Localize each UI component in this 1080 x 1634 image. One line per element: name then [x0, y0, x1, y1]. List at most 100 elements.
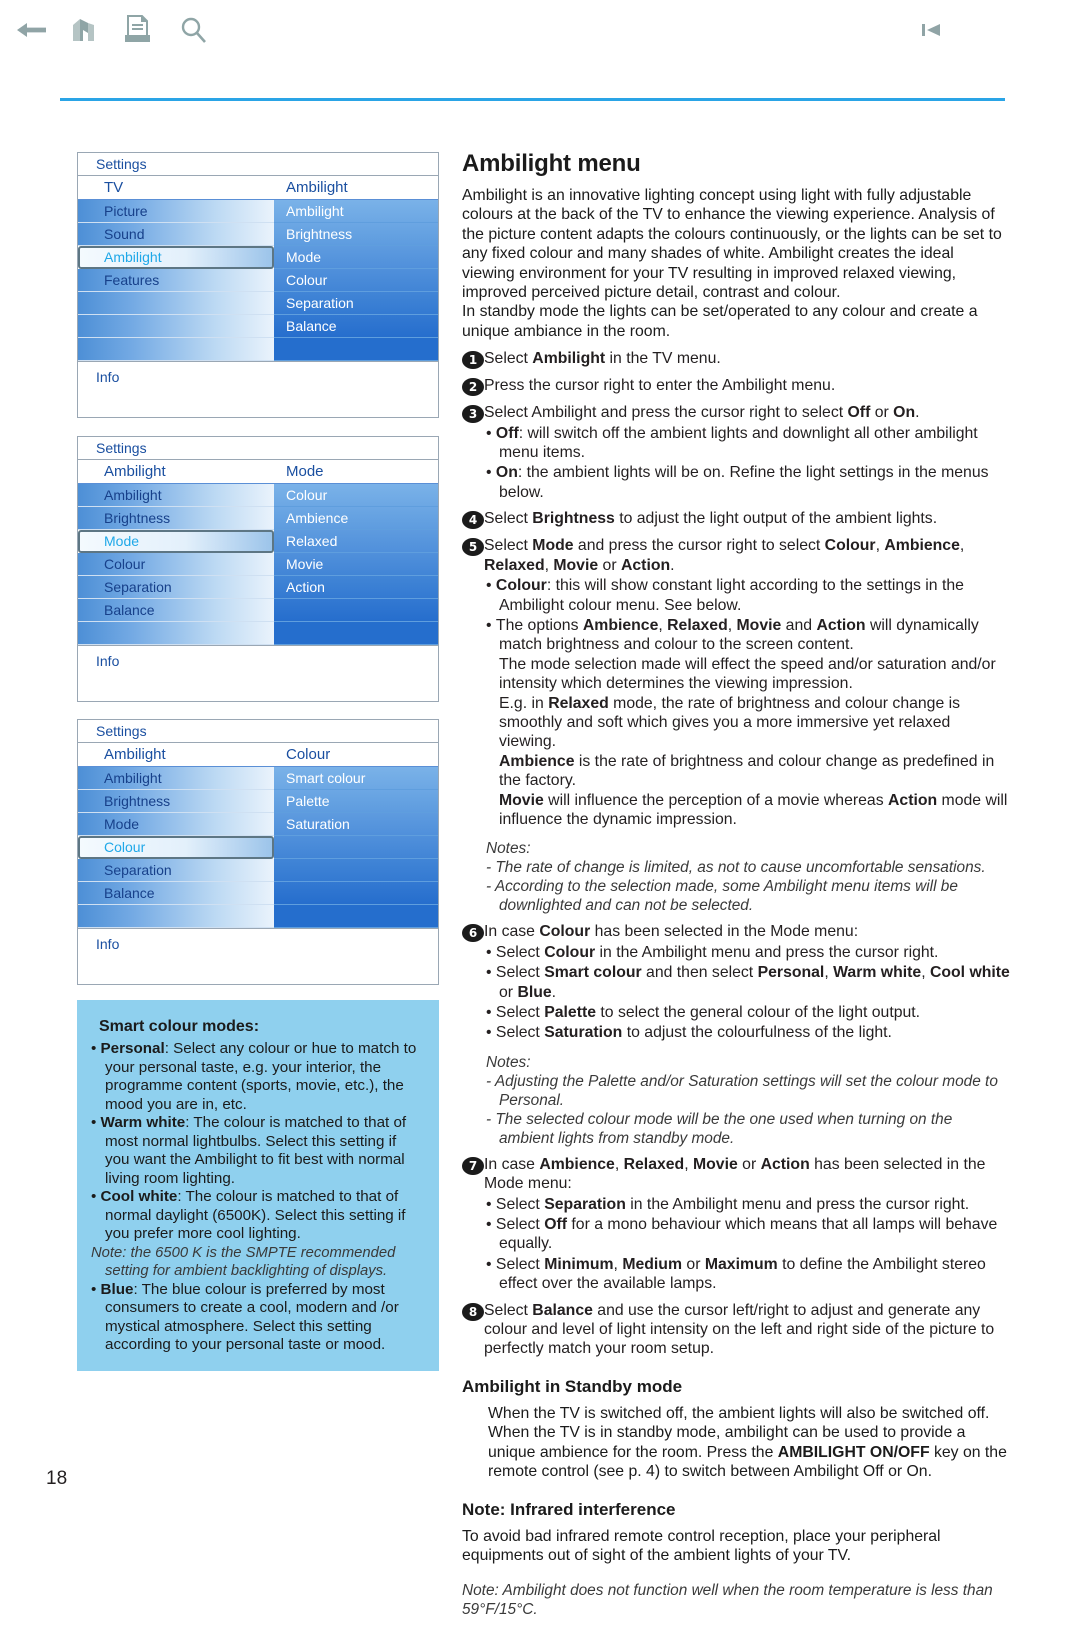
step-text: Select Ambilight in the TV menu. [484, 350, 721, 368]
menu-footer: Info [78, 928, 438, 984]
smart-colour-modes-callout: Smart colour modes: • Personal: Select a… [77, 1000, 439, 1371]
menu-title: Settings [78, 720, 438, 743]
menu-item-selected[interactable]: Mode [78, 530, 274, 553]
intro-paragraph-1: Ambilight is an innovative lighting conc… [462, 187, 1002, 302]
bullet-text: On: the ambient lights will be on. Refin… [495, 464, 989, 501]
menu-item-empty [78, 338, 274, 361]
bullet-text: Select Off for a mono behaviour which me… [495, 1216, 998, 1253]
list-item: • On: the ambient lights will be on. Ref… [486, 464, 989, 501]
menu-columns-header: Ambilight Mode [78, 460, 438, 484]
menu-title: Settings [78, 153, 438, 176]
menu-item[interactable]: Movie [274, 553, 438, 576]
print-icon[interactable] [116, 8, 160, 52]
infrared-heading: Note: Infrared interference [462, 1499, 676, 1519]
menu-item[interactable]: Brightness [78, 790, 274, 813]
menu-item[interactable]: Balance [78, 599, 274, 622]
menu-item[interactable]: Ambience [274, 507, 438, 530]
menu-item[interactable]: Balance [78, 882, 274, 905]
menu-item[interactable]: Separation [78, 859, 274, 882]
bullet-text: Colour: this will show constant light ac… [495, 577, 964, 614]
menu-item[interactable]: Balance [274, 315, 438, 338]
list-item: • Select Separation in the Ambilight men… [486, 1195, 970, 1213]
list-item: • Select Smart colour and then select Pe… [486, 964, 1010, 1001]
notes-title: Notes: [486, 840, 531, 858]
menu-left-column: Picture Sound Ambilight Features [78, 200, 274, 361]
term-label: Personal [100, 1040, 165, 1057]
step-number: 1 [462, 351, 484, 370]
step-number: 5 [462, 538, 484, 557]
step-6-bullets: • Select Colour in the Ambilight menu an… [484, 943, 1010, 1043]
menu-item[interactable]: Smart colour [274, 767, 438, 790]
home-icon[interactable] [62, 8, 106, 52]
menu-item[interactable]: Mode [78, 813, 274, 836]
bullet-text: Off: will switch off the ambient lights … [495, 424, 978, 462]
step-text: In case Colour has been selected in the … [484, 922, 1010, 1147]
menu-item[interactable]: Sound [78, 223, 274, 246]
step-5-para-1: The mode selection made will effect the … [499, 655, 996, 693]
menu-item-selected[interactable]: Colour [78, 836, 274, 859]
menu-item[interactable]: Picture [78, 200, 274, 223]
menu-item[interactable]: Colour [78, 553, 274, 576]
menu-item[interactable]: Saturation [274, 813, 438, 836]
step-8: 8 Select Balance and use the cursor left… [462, 1301, 1010, 1359]
bullet-text: Select Smart colour and then select Pers… [495, 964, 1010, 1001]
menu-right-column: Smart colour Palette Saturation [274, 767, 438, 928]
menu-item-empty [274, 859, 438, 882]
menu-item[interactable]: Ambilight [274, 200, 438, 223]
menu-item[interactable]: Colour [274, 269, 438, 292]
skip-back-icon[interactable] [910, 8, 954, 52]
menu-footer: Info [78, 645, 438, 701]
infrared-body: To avoid bad infrared remote control rec… [462, 1527, 941, 1564]
menu-item[interactable]: Brightness [78, 507, 274, 530]
menu-head-right: Colour [286, 746, 331, 763]
menu-item[interactable]: Separation [78, 576, 274, 599]
infrared-note: Note: Ambilight does not function well w… [462, 1581, 993, 1618]
step-3-bullets: • Off: will switch off the ambient light… [484, 424, 1010, 503]
step-2: 2 Press the cursor right to enter the Am… [462, 376, 1010, 397]
menu-item[interactable]: Relaxed [274, 530, 438, 553]
step-5-para-2: E.g. in Relaxed mode, the rate of bright… [499, 694, 961, 751]
menu-info-label: Info [96, 369, 120, 385]
menu-columns-header: Ambilight Colour [78, 743, 438, 767]
standby-heading: Ambilight in Standby mode [462, 1376, 683, 1396]
menu-item[interactable]: Ambilight [78, 767, 274, 790]
step-text: In case Ambience, Relaxed, Movie or Acti… [484, 1155, 1010, 1294]
step-text: Select Mode and press the cursor right t… [484, 536, 1010, 915]
menu-item[interactable]: Ambilight [78, 484, 274, 507]
menu-item[interactable]: Action [274, 576, 438, 599]
step-number: 8 [462, 1302, 484, 1321]
step-5-bullets: • Colour: this will show constant light … [484, 576, 1010, 655]
bullet-text: Select Palette to select the general col… [495, 1004, 921, 1021]
step-text: Press the cursor right to enter the Ambi… [484, 377, 836, 395]
menu-item[interactable]: Colour [274, 484, 438, 507]
menu-right-column: Ambilight Brightness Mode Colour Separat… [274, 200, 438, 361]
menu-item-empty [274, 905, 438, 928]
notes-block-1: Notes: - The rate of change is limited, … [484, 839, 1010, 915]
header-rule [60, 98, 1005, 101]
menu-item[interactable]: Mode [274, 246, 438, 269]
menu-item[interactable]: Separation [274, 292, 438, 315]
menu-item-empty [78, 905, 274, 928]
note-item: - The selected colour mode will be the o… [486, 1110, 953, 1147]
step-lead: Select Ambilight and press the cursor ri… [484, 404, 920, 422]
step-lead: In case Ambience, Relaxed, Movie or Acti… [484, 1155, 986, 1193]
tv-menu-screenshot-3: Settings Ambilight Colour Ambilight Brig… [77, 719, 439, 985]
menu-item[interactable]: Features [78, 269, 274, 292]
tv-menu-screenshot-1: Settings TV Ambilight Picture Sound Ambi… [77, 152, 439, 418]
step-number: 6 [462, 924, 484, 943]
menu-item[interactable]: Palette [274, 790, 438, 813]
step-text: Select Ambilight and press the cursor ri… [484, 403, 1010, 502]
back-arrow-icon[interactable] [10, 8, 54, 52]
search-icon[interactable] [172, 8, 216, 52]
menu-item[interactable]: Brightness [274, 223, 438, 246]
step-3: 3 Select Ambilight and press the cursor … [462, 403, 1010, 502]
term-label: Warm white [100, 1114, 186, 1131]
step-number: 2 [462, 378, 484, 397]
bullet-text: Select Separation in the Ambilight menu … [495, 1195, 970, 1213]
list-item: • Cool white: The colour is matched to t… [91, 1188, 406, 1242]
note-item: - The rate of change is limited, as not … [486, 859, 986, 877]
menu-item-empty [78, 292, 274, 315]
step-text: Select Balance and use the cursor left/r… [484, 1301, 995, 1358]
menu-info-label: Info [96, 653, 120, 669]
menu-item-selected[interactable]: Ambilight [78, 246, 274, 269]
